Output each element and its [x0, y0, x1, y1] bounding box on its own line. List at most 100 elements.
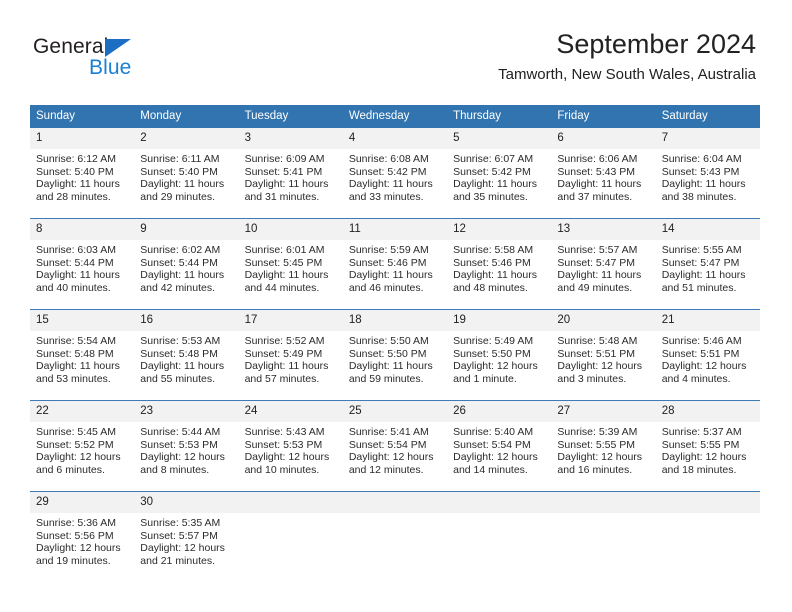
sunset-text: Sunset: 5:57 PM	[140, 529, 218, 542]
sunrise-text: Sunrise: 6:07 AM	[453, 153, 534, 165]
calendar-day-cell[interactable]: 12 Sunrise: 5:58 AM Sunset: 5:46 PM Dayligh…	[447, 218, 552, 310]
calendar-day-cell[interactable]: 7 Sunrise: 6:04 AM Sunset: 5:43 PM Daylight…	[655, 128, 760, 219]
calendar-day-cell[interactable]: 17 Sunrise: 5:52 AM Sunset: 5:49 PM Dayligh…	[238, 309, 343, 401]
day-details: Sunrise: 6:02 AM Sunset: 5:44 PM Daylight:…	[134, 240, 238, 294]
daylight-text-line2: and 49 minutes.	[557, 281, 633, 294]
calendar-page: General Blue September 2024 Tamworth, Ne…	[0, 0, 792, 612]
daylight-text-line2: and 48 minutes.	[453, 281, 528, 294]
day-number: 15	[30, 310, 135, 331]
calendar-day-cell[interactable]: 22 Sunrise: 5:45 AM Sunset: 5:52 PM Dayligh…	[30, 400, 135, 492]
calendar-day-cell[interactable]: 8 Sunrise: 6:03 AM Sunset: 5:44 PM Daylight…	[30, 218, 135, 310]
sunrise-text: Sunrise: 5:53 AM	[140, 335, 221, 347]
daylight-text-line1: Daylight: 11 hours	[36, 360, 120, 373]
daylight-text-line2: and 33 minutes.	[348, 190, 424, 203]
day-details: Sunrise: 5:58 AM Sunset: 5:46 PM Daylight:…	[447, 240, 551, 294]
weekday-header-sunday: Sunday	[30, 105, 135, 128]
sunset-text: Sunset: 5:44 PM	[140, 256, 218, 269]
weekday-header-row: Sunday Monday Tuesday Wednesday Thursday…	[30, 105, 760, 128]
sunrise-text: Sunrise: 5:59 AM	[348, 244, 429, 256]
sunrise-text: Sunrise: 5:43 AM	[244, 426, 325, 438]
sunset-text: Sunset: 5:40 PM	[36, 165, 114, 178]
sunrise-text: Sunrise: 5:35 AM	[140, 517, 221, 529]
calendar-day-cell[interactable]: 20 Sunrise: 5:48 AM Sunset: 5:51 PM Dayligh…	[551, 309, 656, 401]
daylight-text-line1: Daylight: 12 hours	[36, 542, 121, 555]
sunset-text: Sunset: 5:55 PM	[557, 438, 636, 451]
calendar-day-cell[interactable]: 21 Sunrise: 5:46 AM Sunset: 5:51 PM Dayligh…	[655, 309, 760, 401]
calendar-day-cell[interactable]: 4 Sunrise: 6:08 AM Sunset: 5:42 PM Daylight…	[342, 128, 448, 219]
sunset-text: Sunset: 5:42 PM	[348, 165, 427, 178]
daylight-text-line2: and 19 minutes.	[36, 554, 111, 567]
calendar-day-cell[interactable]: 28 Sunrise: 5:37 AM Sunset: 5:55 PM Dayligh…	[655, 400, 760, 492]
day-number: 19	[447, 310, 552, 331]
calendar-day-cell[interactable]: 29 Sunrise: 5:36 AM Sunset: 5:56 PM Dayligh…	[30, 491, 135, 582]
daylight-text-line1: Daylight: 12 hours	[661, 451, 747, 464]
triangle-flag-icon	[105, 39, 131, 57]
day-number	[342, 492, 448, 513]
day-details: Sunrise: 5:35 AM Sunset: 5:57 PM Daylight:…	[134, 513, 238, 567]
calendar-day-cell[interactable]: 15 Sunrise: 5:54 AM Sunset: 5:48 PM Dayligh…	[30, 309, 135, 401]
calendar-day-cell[interactable]: 10 Sunrise: 6:01 AM Sunset: 5:45 PM Dayligh…	[238, 218, 343, 310]
calendar-day-cell[interactable]: 25 Sunrise: 5:41 AM Sunset: 5:54 PM Dayligh…	[342, 400, 448, 492]
day-details: Sunrise: 6:06 AM Sunset: 5:43 PM Daylight:…	[551, 149, 655, 203]
day-details: Sunrise: 5:52 AM Sunset: 5:49 PM Daylight:…	[239, 331, 343, 385]
calendar-day-cell[interactable]: 11 Sunrise: 5:59 AM Sunset: 5:46 PM Dayligh…	[342, 218, 448, 310]
weekday-header-wednesday: Wednesday	[342, 105, 448, 128]
daylight-text-line2: and 1 minute.	[453, 372, 517, 385]
day-details: Sunrise: 6:03 AM Sunset: 5:44 PM Daylight:…	[30, 240, 134, 294]
calendar-day-cell[interactable]: 5 Sunrise: 6:07 AM Sunset: 5:42 PM Daylight…	[447, 128, 552, 219]
day-number: 17	[238, 310, 343, 331]
calendar-week-row: 22 Sunrise: 5:45 AM Sunset: 5:52 PM Dayligh…	[30, 400, 760, 492]
calendar-day-cell[interactable]: 26 Sunrise: 5:40 AM Sunset: 5:54 PM Dayligh…	[447, 400, 552, 492]
day-details: Sunrise: 5:48 AM Sunset: 5:51 PM Daylight:…	[551, 331, 655, 385]
day-number: 3	[238, 128, 343, 149]
day-details: Sunrise: 6:01 AM Sunset: 5:45 PM Daylight:…	[239, 240, 343, 294]
sunset-text: Sunset: 5:47 PM	[557, 256, 636, 269]
day-number: 28	[655, 401, 760, 422]
day-details: Sunrise: 5:44 AM Sunset: 5:53 PM Daylight:…	[134, 422, 238, 476]
day-number	[238, 492, 343, 513]
day-details: Sunrise: 6:04 AM Sunset: 5:43 PM Daylight:…	[656, 149, 760, 203]
calendar-day-cell-empty	[655, 491, 760, 582]
calendar-day-cell[interactable]: 3 Sunrise: 6:09 AM Sunset: 5:41 PM Daylight…	[238, 128, 343, 219]
calendar-day-cell[interactable]: 30 Sunrise: 5:35 AM Sunset: 5:57 PM Dayligh…	[134, 491, 239, 582]
day-number: 16	[134, 310, 239, 331]
calendar-week-row: 29 Sunrise: 5:36 AM Sunset: 5:56 PM Dayligh…	[30, 491, 760, 582]
daylight-text-line2: and 57 minutes.	[244, 372, 320, 385]
calendar-day-cell[interactable]: 2 Sunrise: 6:11 AM Sunset: 5:40 PM Daylight…	[134, 128, 239, 219]
calendar-day-cell[interactable]: 19 Sunrise: 5:49 AM Sunset: 5:50 PM Dayligh…	[447, 309, 552, 401]
sunrise-text: Sunrise: 5:46 AM	[661, 335, 742, 347]
daylight-text-line2: and 37 minutes.	[557, 190, 633, 203]
location-subtitle: Tamworth, New South Wales, Australia	[498, 66, 756, 83]
calendar-day-cell[interactable]: 18 Sunrise: 5:50 AM Sunset: 5:50 PM Dayligh…	[342, 309, 448, 401]
sunset-text: Sunset: 5:46 PM	[453, 256, 531, 269]
calendar-day-cell-empty	[342, 491, 448, 582]
daylight-text-line2: and 14 minutes.	[453, 463, 528, 476]
calendar-day-cell[interactable]: 24 Sunrise: 5:43 AM Sunset: 5:53 PM Dayligh…	[238, 400, 343, 492]
calendar-day-cell-empty	[447, 491, 552, 582]
calendar-day-cell[interactable]: 6 Sunrise: 6:06 AM Sunset: 5:43 PM Daylight…	[551, 128, 656, 219]
sunrise-text: Sunrise: 5:52 AM	[244, 335, 325, 347]
day-number: 12	[447, 219, 552, 240]
day-details: Sunrise: 6:08 AM Sunset: 5:42 PM Daylight:…	[343, 149, 447, 203]
calendar-day-cell[interactable]: 9 Sunrise: 6:02 AM Sunset: 5:44 PM Daylight…	[134, 218, 239, 310]
day-details: Sunrise: 5:40 AM Sunset: 5:54 PM Daylight:…	[447, 422, 551, 476]
sunrise-text: Sunrise: 6:12 AM	[36, 153, 116, 165]
generalblue-logo[interactable]: General Blue	[33, 36, 263, 88]
sunset-text: Sunset: 5:54 PM	[348, 438, 427, 451]
sunrise-text: Sunrise: 5:45 AM	[36, 426, 116, 438]
calendar-day-cell[interactable]: 16 Sunrise: 5:53 AM Sunset: 5:48 PM Dayligh…	[134, 309, 239, 401]
daylight-text-line2: and 12 minutes.	[348, 463, 424, 476]
day-details: Sunrise: 5:49 AM Sunset: 5:50 PM Daylight:…	[447, 331, 551, 385]
calendar-day-cell[interactable]: 13 Sunrise: 5:57 AM Sunset: 5:47 PM Dayligh…	[551, 218, 656, 310]
sunrise-text: Sunrise: 5:57 AM	[557, 244, 638, 256]
sunrise-text: Sunrise: 5:58 AM	[453, 244, 534, 256]
weekday-header-friday: Friday	[551, 105, 656, 128]
calendar-table: Sunday Monday Tuesday Wednesday Thursday…	[30, 105, 760, 582]
calendar-day-cell[interactable]: 14 Sunrise: 5:55 AM Sunset: 5:47 PM Dayligh…	[655, 218, 760, 310]
daylight-text-line1: Daylight: 11 hours	[661, 269, 746, 282]
sunset-text: Sunset: 5:44 PM	[36, 256, 114, 269]
calendar-day-cell[interactable]: 23 Sunrise: 5:44 AM Sunset: 5:53 PM Dayligh…	[134, 400, 239, 492]
day-number: 2	[134, 128, 239, 149]
calendar-day-cell[interactable]: 1 Sunrise: 6:12 AM Sunset: 5:40 PM Daylight…	[30, 128, 135, 219]
calendar-day-cell[interactable]: 27 Sunrise: 5:39 AM Sunset: 5:55 PM Dayligh…	[551, 400, 656, 492]
